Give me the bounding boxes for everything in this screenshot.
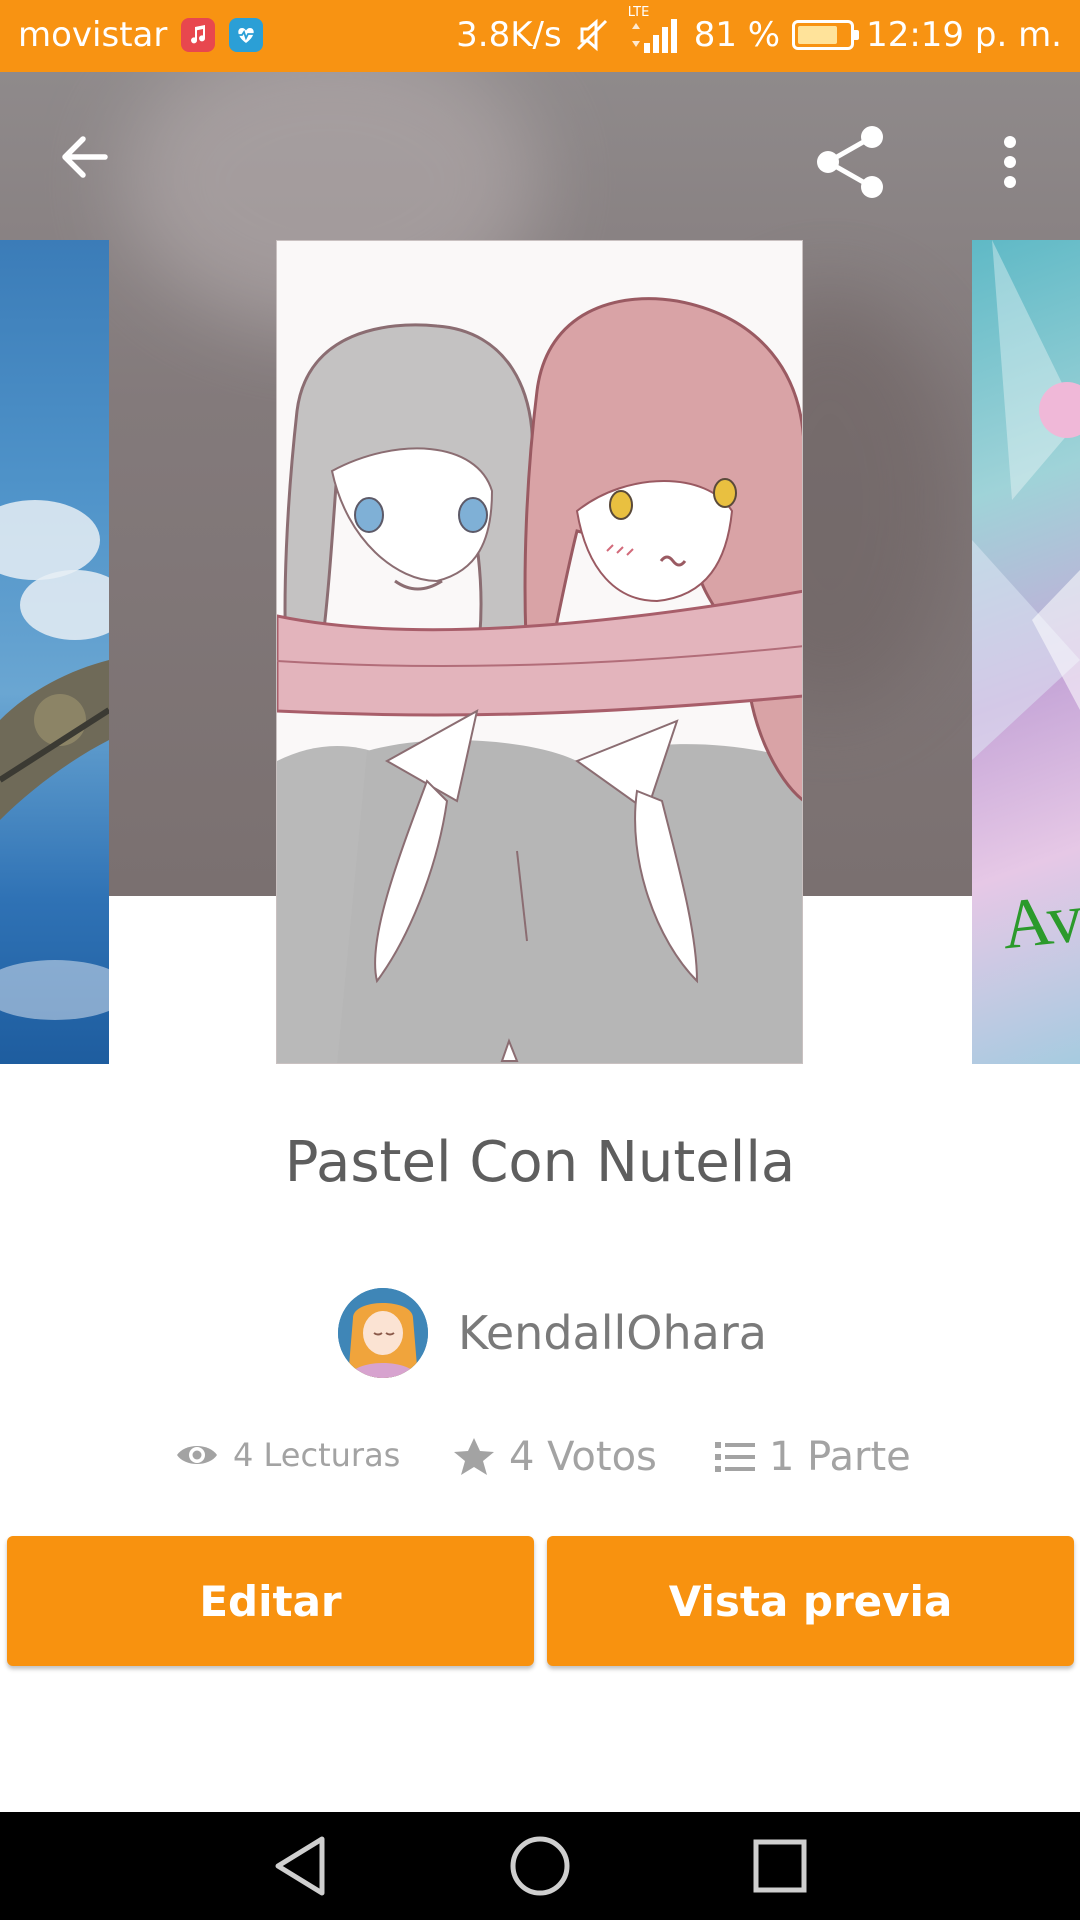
preview-button[interactable]: Vista previa: [547, 1536, 1074, 1666]
reads-stat: 4 Lecturas: [175, 1436, 400, 1474]
recents-square-icon: [753, 1839, 807, 1893]
star-icon: [454, 1438, 494, 1475]
share-icon: [817, 126, 883, 198]
author-name[interactable]: KendallOhara: [458, 1306, 767, 1360]
reads-count: 4 Lecturas: [233, 1436, 401, 1474]
home-circle-icon: [510, 1836, 570, 1896]
parts-stat: 1 Parte: [715, 1434, 911, 1480]
battery-icon: [792, 20, 860, 50]
health-app-icon: [229, 18, 264, 52]
top-toolbar: [0, 72, 1080, 240]
share-button[interactable]: [800, 112, 900, 212]
battery-percent: 81 %: [693, 15, 781, 55]
clock: 12:19 p. m.: [866, 15, 1062, 55]
previous-story-cover[interactable]: [0, 240, 109, 1064]
avatar[interactable]: [338, 1288, 428, 1378]
nav-home-button[interactable]: [490, 1826, 590, 1906]
story-cover-image[interactable]: [276, 240, 803, 1064]
carrier-name: movistar: [18, 15, 168, 55]
more-vertical-icon: [1004, 136, 1016, 188]
votes-stat: 4 Votos: [453, 1434, 657, 1480]
more-options-button[interactable]: [975, 112, 1045, 212]
votes-count: 4 Votos: [509, 1434, 657, 1480]
story-title: Pastel Con Nutella: [284, 1130, 796, 1195]
list-icon: [715, 1442, 755, 1472]
eye-icon: [177, 1446, 217, 1464]
status-bar: movistar 3.8K/s LTE 81 % 12:19 p. m.: [0, 0, 1080, 72]
nav-recents-button[interactable]: [730, 1826, 830, 1906]
back-button[interactable]: [40, 112, 130, 202]
author-row[interactable]: KendallOhara: [338, 1288, 767, 1378]
battery-fill: [798, 26, 838, 44]
back-triangle-icon: [275, 1836, 325, 1896]
parts-count: 1 Parte: [769, 1434, 911, 1480]
cover-illustration: [277, 241, 802, 1063]
story-stats: 4 Lecturas 4 Votos 1 Parte: [0, 1432, 1080, 1492]
nav-back-button[interactable]: [250, 1826, 350, 1906]
signal-icon: LTE: [622, 5, 682, 55]
system-nav-bar: [0, 1812, 1080, 1920]
arrow-left-icon: [62, 136, 108, 178]
next-story-cover[interactable]: Avis: [972, 240, 1080, 1064]
music-app-icon: [181, 18, 216, 52]
next-cover-title: Avis: [998, 874, 1080, 965]
edit-button[interactable]: Editar: [7, 1536, 534, 1666]
muted-icon: [576, 18, 607, 52]
net-speed: 3.8K/s: [456, 15, 562, 55]
